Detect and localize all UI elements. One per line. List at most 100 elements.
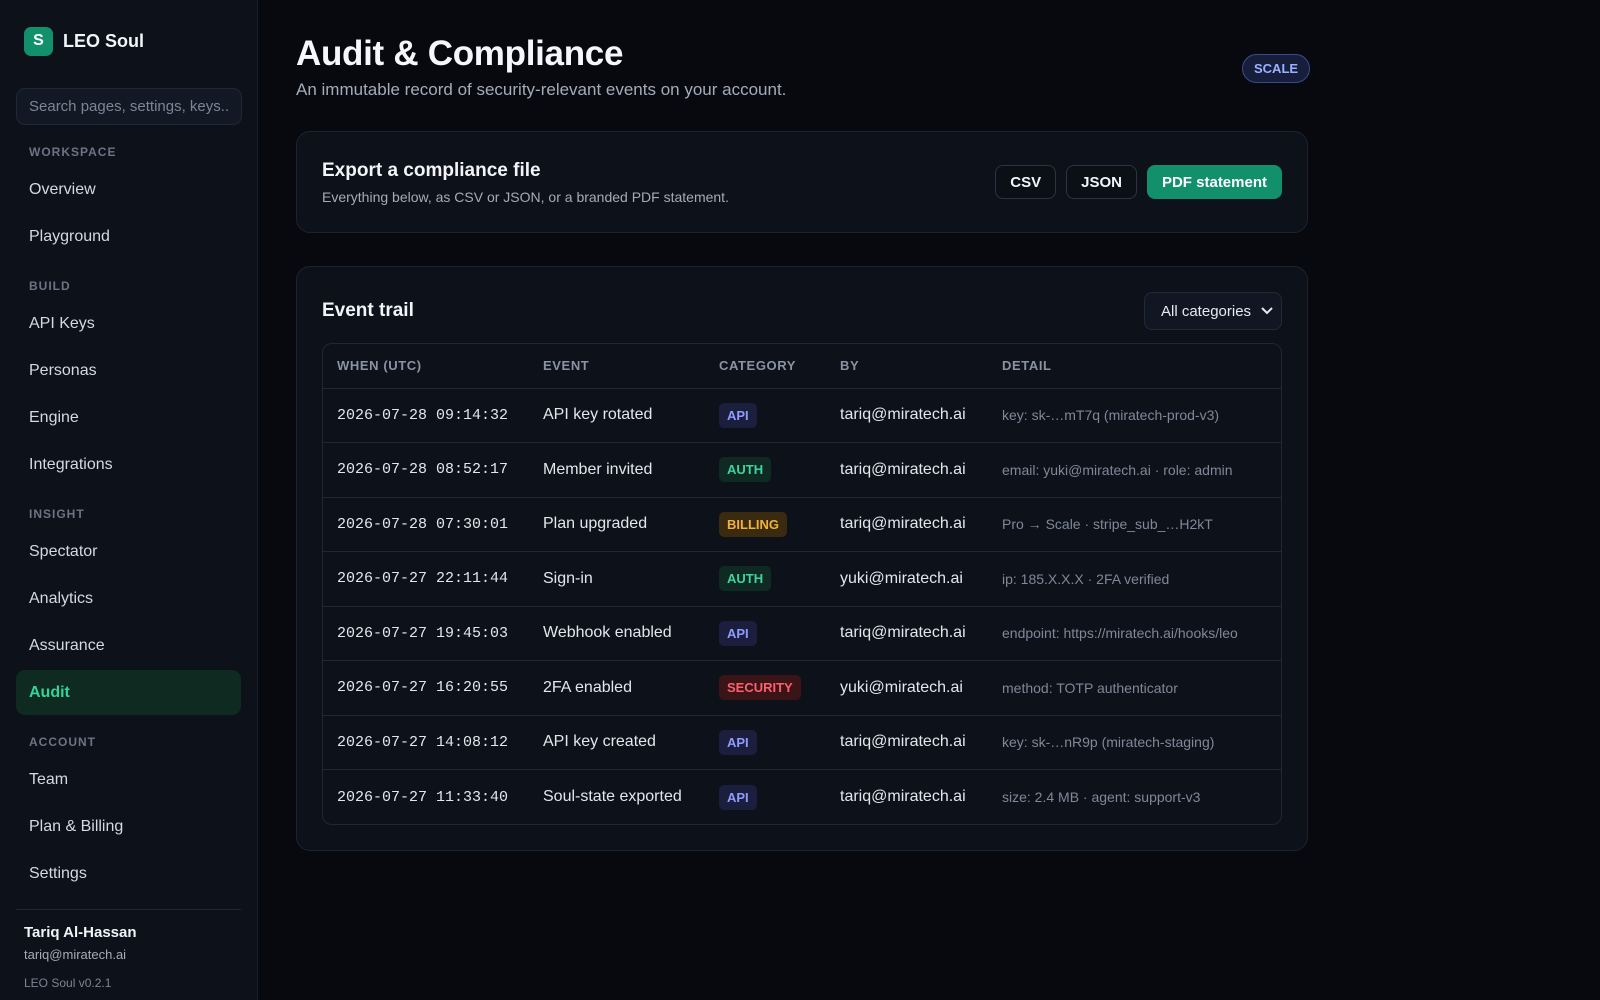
cell-event: Plan upgraded <box>529 496 705 552</box>
cell-category: API <box>705 769 826 824</box>
cell-detail: method: TOTP authenticator <box>988 660 1281 715</box>
event-table: WHEN (UTC) EVENT CATEGORY BY DETAIL 2026-07-… <box>322 343 1282 825</box>
user-email: tariq@miratech.ai <box>24 947 127 962</box>
brand-logo-icon: S <box>24 26 53 56</box>
cell-event: Member invited <box>529 442 705 497</box>
event-trail-card: Event trail All categories WHEN (UTC) EVE… <box>296 266 1308 851</box>
nav-heading: ACCOUNT <box>29 735 96 749</box>
cell-category: AUTH <box>705 551 826 606</box>
nav-section-build: BUILD API Keys Personas Engine Integrations <box>16 277 241 487</box>
table-row[interactable]: 2026-07-27 11:33:40 Soul-state exported AP… <box>323 769 1281 824</box>
nav-section-account: ACCOUNT Team Plan & Billing Settings <box>16 733 241 896</box>
sidebar: S LEO Soul WORKSPACE OverviewPlayground BU… <box>0 0 258 1000</box>
cell-event: Soul-state exported <box>529 769 705 824</box>
column-header-by: BY <box>840 358 860 374</box>
sidebar-item-overview[interactable]: Overview <box>16 167 241 212</box>
nav-heading: WORKSPACE <box>29 145 117 159</box>
brand-name: LEO Soul <box>63 30 144 51</box>
category-filter-select[interactable]: All categories <box>1144 292 1282 330</box>
sidebar-item-plan-billing[interactable]: Plan & Billing <box>16 804 241 849</box>
export-description: Everything below, as CSV or JSON, or a b… <box>322 188 729 205</box>
category-badge: AUTH <box>719 566 772 592</box>
table-row[interactable]: 2026-07-28 09:14:32 API key rotated API tar… <box>323 387 1281 443</box>
sidebar-item-spectator[interactable]: Spectator <box>16 529 241 574</box>
cell-detail: endpoint: https://miratech.ai/hooks/leo <box>988 605 1281 661</box>
category-badge: BILLING <box>719 511 787 537</box>
cell-category: AUTH <box>705 442 826 497</box>
nav-heading: BUILD <box>29 279 71 293</box>
sidebar-nav: WORKSPACE Overview Playground BUILD API Keys… <box>16 143 241 896</box>
page-title: Audit & Compliance <box>296 34 624 73</box>
sidebar-item-analytics[interactable]: Analytics <box>16 576 241 621</box>
sidebar-item-integrations[interactable]: Integrations <box>16 442 241 487</box>
export-card: Export a compliance file Everything belo… <box>296 131 1308 233</box>
cell-when: 2026-07-28 08:52:17 <box>323 442 529 497</box>
export-pdf-button[interactable]: PDF statement <box>1146 165 1282 199</box>
cell-detail: key: sk-…nR9p (miratech-staging) <box>988 714 1281 770</box>
cell-detail: key: sk-…mT7q (miratech-prod-v3) <box>988 387 1281 443</box>
table-row[interactable]: 2026-07-27 16:20:55 2FA enabled SECURITY yu… <box>323 660 1281 715</box>
cell-category: API <box>705 605 826 661</box>
cell-by: tariq@miratech.ai <box>826 496 988 552</box>
cell-category: BILLING <box>705 496 826 552</box>
cell-detail: ip: 185.X.X.X · 2FA verified <box>988 551 1281 606</box>
export-csv-button[interactable]: CSV <box>995 165 1057 199</box>
cell-detail: size: 2.4 MB · agent: support-v3 <box>988 769 1281 824</box>
search-input[interactable] <box>16 88 242 125</box>
cell-category: SECURITY <box>705 660 826 715</box>
column-header-detail: DETAIL <box>1002 358 1052 374</box>
cell-category: API <box>705 387 826 443</box>
cell-event: API key created <box>529 714 705 770</box>
category-badge: API <box>719 784 757 810</box>
category-badge: SECURITY <box>719 675 801 701</box>
table-row[interactable]: 2026-07-28 07:30:01 Plan upgraded BILLING t… <box>323 496 1281 552</box>
app-version: LEO Soul v0.2.1 <box>24 976 112 990</box>
table-row[interactable]: 2026-07-27 14:08:12 API key created API tar… <box>323 714 1281 770</box>
user-name[interactable]: Tariq Al-Hassan <box>24 924 241 941</box>
cell-when: 2026-07-28 09:14:32 <box>323 387 529 443</box>
category-badge: API <box>719 402 757 428</box>
category-badge: AUTH <box>719 457 772 483</box>
cell-event: Webhook enabled <box>529 605 705 661</box>
sidebar-item-api-keys[interactable]: API Keys <box>16 301 241 346</box>
sidebar-item-settings[interactable]: Settings <box>16 851 241 896</box>
cell-category: API <box>705 714 826 770</box>
nav-heading: INSIGHT <box>29 507 85 521</box>
cell-by: tariq@miratech.ai <box>826 769 988 824</box>
cell-when: 2026-07-28 07:30:01 <box>323 496 529 552</box>
cell-by: tariq@miratech.ai <box>826 714 988 770</box>
page-subtitle: An immutable record of security-relevant… <box>296 80 787 99</box>
main-content: Audit & Compliance An immutable record o… <box>258 0 1600 1000</box>
plan-badge: SCALE <box>1242 54 1311 83</box>
table-row[interactable]: 2026-07-28 08:52:17 Member invited AUTH tar… <box>323 442 1281 497</box>
sidebar-item-assurance[interactable]: Assurance <box>16 623 241 668</box>
event-trail-title: Event trail <box>322 300 414 321</box>
export-title: Export a compliance file <box>322 159 541 181</box>
cell-event: 2FA enabled <box>529 660 705 715</box>
cell-by: tariq@miratech.ai <box>826 442 988 497</box>
nav-section-workspace: WORKSPACE Overview Playground <box>16 143 241 259</box>
category-filter-value: All categories <box>1161 302 1252 320</box>
sidebar-item-personas[interactable]: Personas <box>16 348 241 393</box>
column-header-event: EVENT <box>543 358 590 374</box>
category-badge: API <box>719 620 757 646</box>
cell-when: 2026-07-27 19:45:03 <box>323 605 529 661</box>
cell-event: API key rotated <box>529 387 705 443</box>
table-row[interactable]: 2026-07-27 22:11:44 Sign-in AUTH yuki@mirat… <box>323 551 1281 606</box>
cell-event: Sign-in <box>529 551 705 606</box>
cell-by: tariq@miratech.ai <box>826 387 988 443</box>
table-row[interactable]: 2026-07-27 19:45:03 Webhook enabled API tar… <box>323 605 1281 661</box>
brand[interactable]: S LEO Soul <box>16 26 241 56</box>
cell-when: 2026-07-27 14:08:12 <box>323 714 529 770</box>
sidebar-footer: Tariq Al-Hassan tariq@miratech.ai LEO So… <box>16 909 241 990</box>
sidebar-item-playground[interactable]: Playground <box>16 214 241 259</box>
cell-when: 2026-07-27 22:11:44 <box>323 551 529 606</box>
sidebar-item-team[interactable]: Team <box>16 757 241 802</box>
sidebar-item-audit[interactable]: Audit <box>16 670 241 715</box>
category-badge: API <box>719 729 757 755</box>
cell-by: yuki@miratech.ai <box>826 660 988 715</box>
table-header-row: WHEN (UTC) EVENT CATEGORY BY DETAIL <box>323 344 1281 388</box>
sidebar-item-engine[interactable]: Engine <box>16 395 241 440</box>
export-json-button[interactable]: JSON <box>1066 165 1137 199</box>
column-header-category: CATEGORY <box>719 358 797 374</box>
